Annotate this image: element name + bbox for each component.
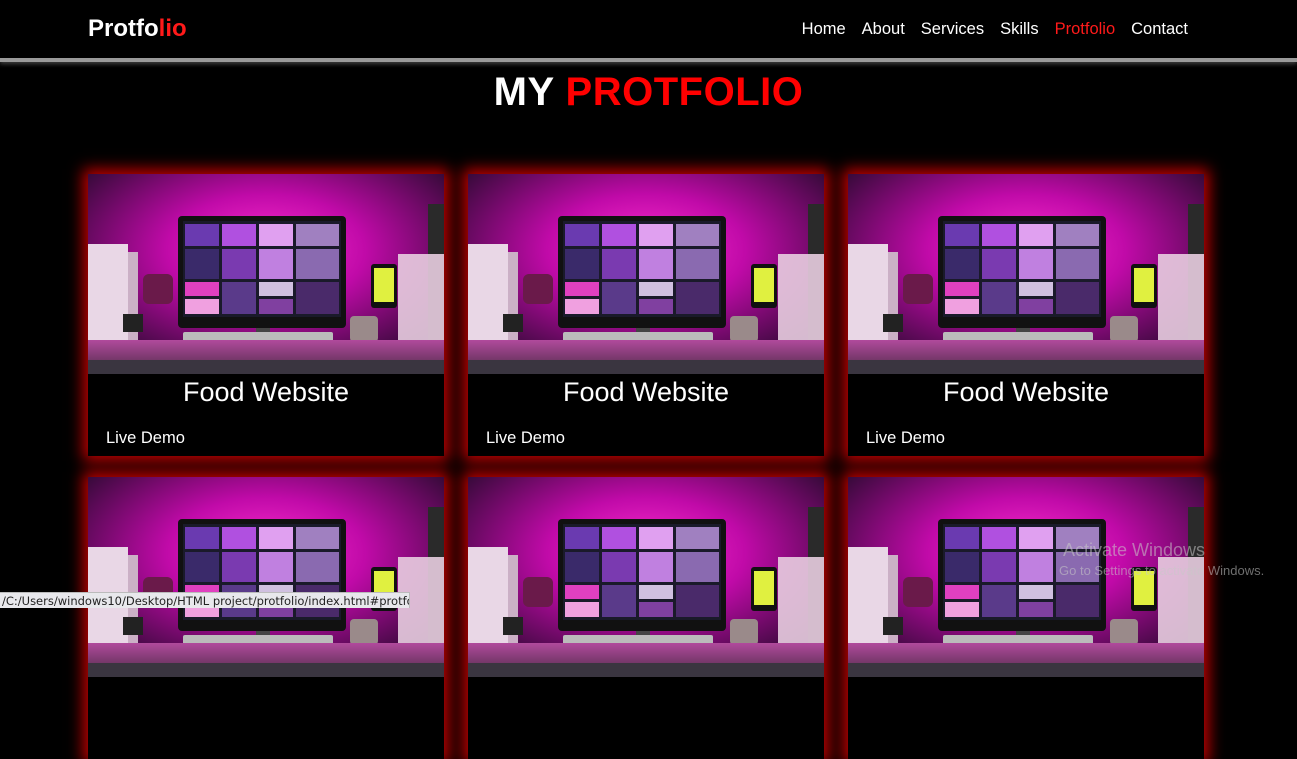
nav-portfolio[interactable]: Protfolio xyxy=(1055,20,1116,39)
browser-status-bar: /C:/Users/windows10/Desktop/HTML project… xyxy=(0,592,410,608)
watermark-title: Activate Windows xyxy=(1063,540,1206,560)
live-demo-link[interactable]: Live Demo xyxy=(866,429,945,448)
main-nav: Home About Services Skills Protfolio Con… xyxy=(802,20,1188,39)
portfolio-card: Food Website Live Demo xyxy=(848,174,1204,456)
nav-about[interactable]: About xyxy=(862,20,905,39)
live-demo-link[interactable]: Live Demo xyxy=(106,429,185,448)
windows-activation-watermark: Activate Windows Go to Settings to activ… xyxy=(1059,540,1264,578)
section-title-white: MY xyxy=(493,70,554,114)
brand-logo[interactable]: Protfolio xyxy=(88,15,187,43)
nav-services[interactable]: Services xyxy=(921,20,984,39)
nav-home[interactable]: Home xyxy=(802,20,846,39)
portfolio-card xyxy=(88,477,444,759)
project-thumbnail xyxy=(468,477,824,677)
portfolio-card xyxy=(468,477,824,759)
project-thumbnail xyxy=(88,477,444,677)
project-title: Food Website xyxy=(942,377,1110,407)
navbar: Protfolio Home About Services Skills Pro… xyxy=(0,0,1297,62)
brand-text-red: lio xyxy=(158,15,187,42)
project-thumbnail xyxy=(88,174,444,374)
section-title: MY PROTFOLIO xyxy=(0,70,1297,115)
watermark-subtitle: Go to Settings to activate Windows. xyxy=(1059,563,1265,578)
portfolio-card: Food Website Live Demo xyxy=(88,174,444,456)
project-thumbnail xyxy=(848,174,1204,374)
section-title-red: PROTFOLIO xyxy=(565,70,804,114)
nav-skills[interactable]: Skills xyxy=(1000,20,1039,39)
brand-text-white: Protfo xyxy=(88,15,159,42)
nav-contact[interactable]: Contact xyxy=(1131,20,1188,39)
portfolio-card: Food Website Live Demo xyxy=(468,174,824,456)
project-title: Food Website xyxy=(182,377,350,407)
project-thumbnail xyxy=(468,174,824,374)
live-demo-link[interactable]: Live Demo xyxy=(486,429,565,448)
portfolio-card xyxy=(848,477,1204,759)
project-title: Food Website xyxy=(562,377,730,407)
